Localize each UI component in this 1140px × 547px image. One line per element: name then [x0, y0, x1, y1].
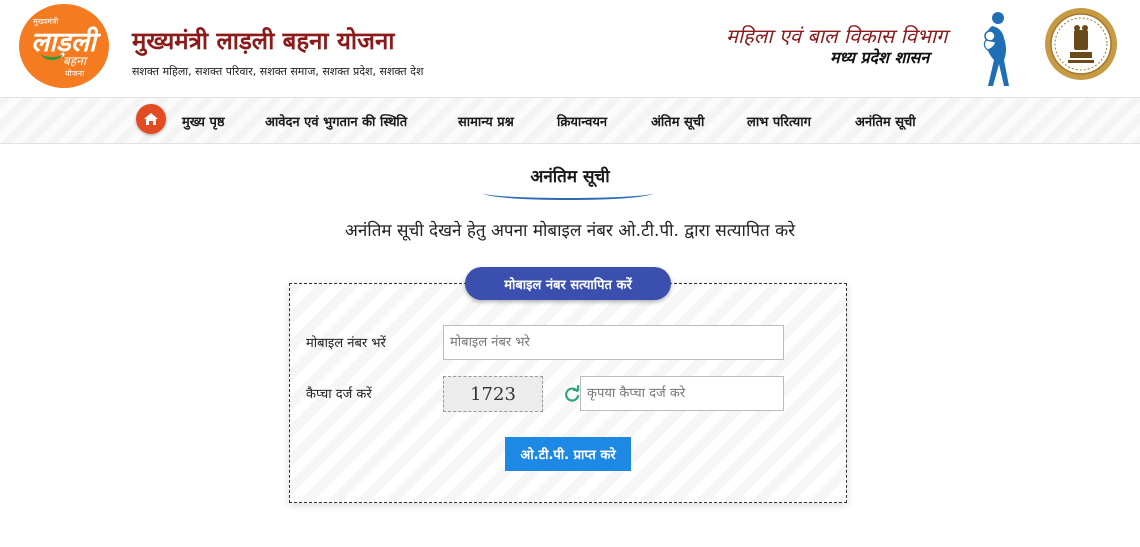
- title-underline-decoration: [483, 186, 653, 200]
- captcha-input[interactable]: [580, 376, 784, 411]
- mobile-label: मोबाइल नंबर भरें: [306, 336, 386, 351]
- page-title: अनंतिम सूची: [530, 167, 610, 187]
- site-header: मुख्यमंत्री लाड़ली बहना योजना मुख्यमंत्र…: [0, 0, 1140, 97]
- captcha-image: 1723: [443, 376, 543, 412]
- nav-item-application-status[interactable]: आवेदन एवं भुगतान की स्थिति: [265, 112, 407, 130]
- nav-item-home[interactable]: मुख्य पृष्ठ: [182, 112, 225, 130]
- captcha-label: कैप्चा दर्ज करें: [306, 387, 372, 402]
- mother-child-icon: [983, 12, 1009, 86]
- nav-item-final-list[interactable]: अंतिम सूची: [651, 112, 704, 130]
- mobile-number-input[interactable]: [443, 325, 784, 360]
- nav-item-faq[interactable]: सामान्य प्रश्न: [458, 112, 514, 130]
- government-name: मध्य प्रदेश शासन: [830, 48, 930, 67]
- logo-text-bottom: योजना: [65, 69, 85, 78]
- site-tagline: सशक्त महिला, सशक्त परिवार, सशक्त समाज, स…: [132, 65, 424, 78]
- refresh-icon[interactable]: [563, 385, 581, 403]
- get-otp-button[interactable]: ओ.टी.पी. प्राप्त करे: [505, 437, 631, 471]
- logo-leaf-icon: [41, 46, 63, 60]
- logo-text-sub: बहना: [63, 54, 86, 68]
- nav-item-implementation[interactable]: क्रियान्वयन: [557, 112, 607, 130]
- mp-emblem-icon: [1045, 8, 1117, 80]
- department-name: महिला एवं बाल विकास विभाग: [726, 24, 948, 48]
- site-title: मुख्यमंत्री लाड़ली बहना योजना: [132, 26, 395, 55]
- home-button[interactable]: [136, 104, 166, 134]
- form-heading: मोबाइल नंबर सत्यापित करें: [465, 267, 671, 300]
- main-navigation: मुख्य पृष्ठ आवेदन एवं भुगतान की स्थिति स…: [0, 97, 1140, 144]
- nav-item-benefit-waiver[interactable]: लाभ परित्याग: [747, 112, 811, 130]
- home-icon: [144, 113, 158, 125]
- page-instruction: अनंतिम सूची देखने हेतु अपना मोबाइल नंबर …: [344, 221, 796, 241]
- ladli-behna-logo[interactable]: मुख्यमंत्री लाड़ली बहना योजना: [19, 4, 109, 88]
- nav-item-provisional-list[interactable]: अनंतिम सूची: [855, 112, 916, 130]
